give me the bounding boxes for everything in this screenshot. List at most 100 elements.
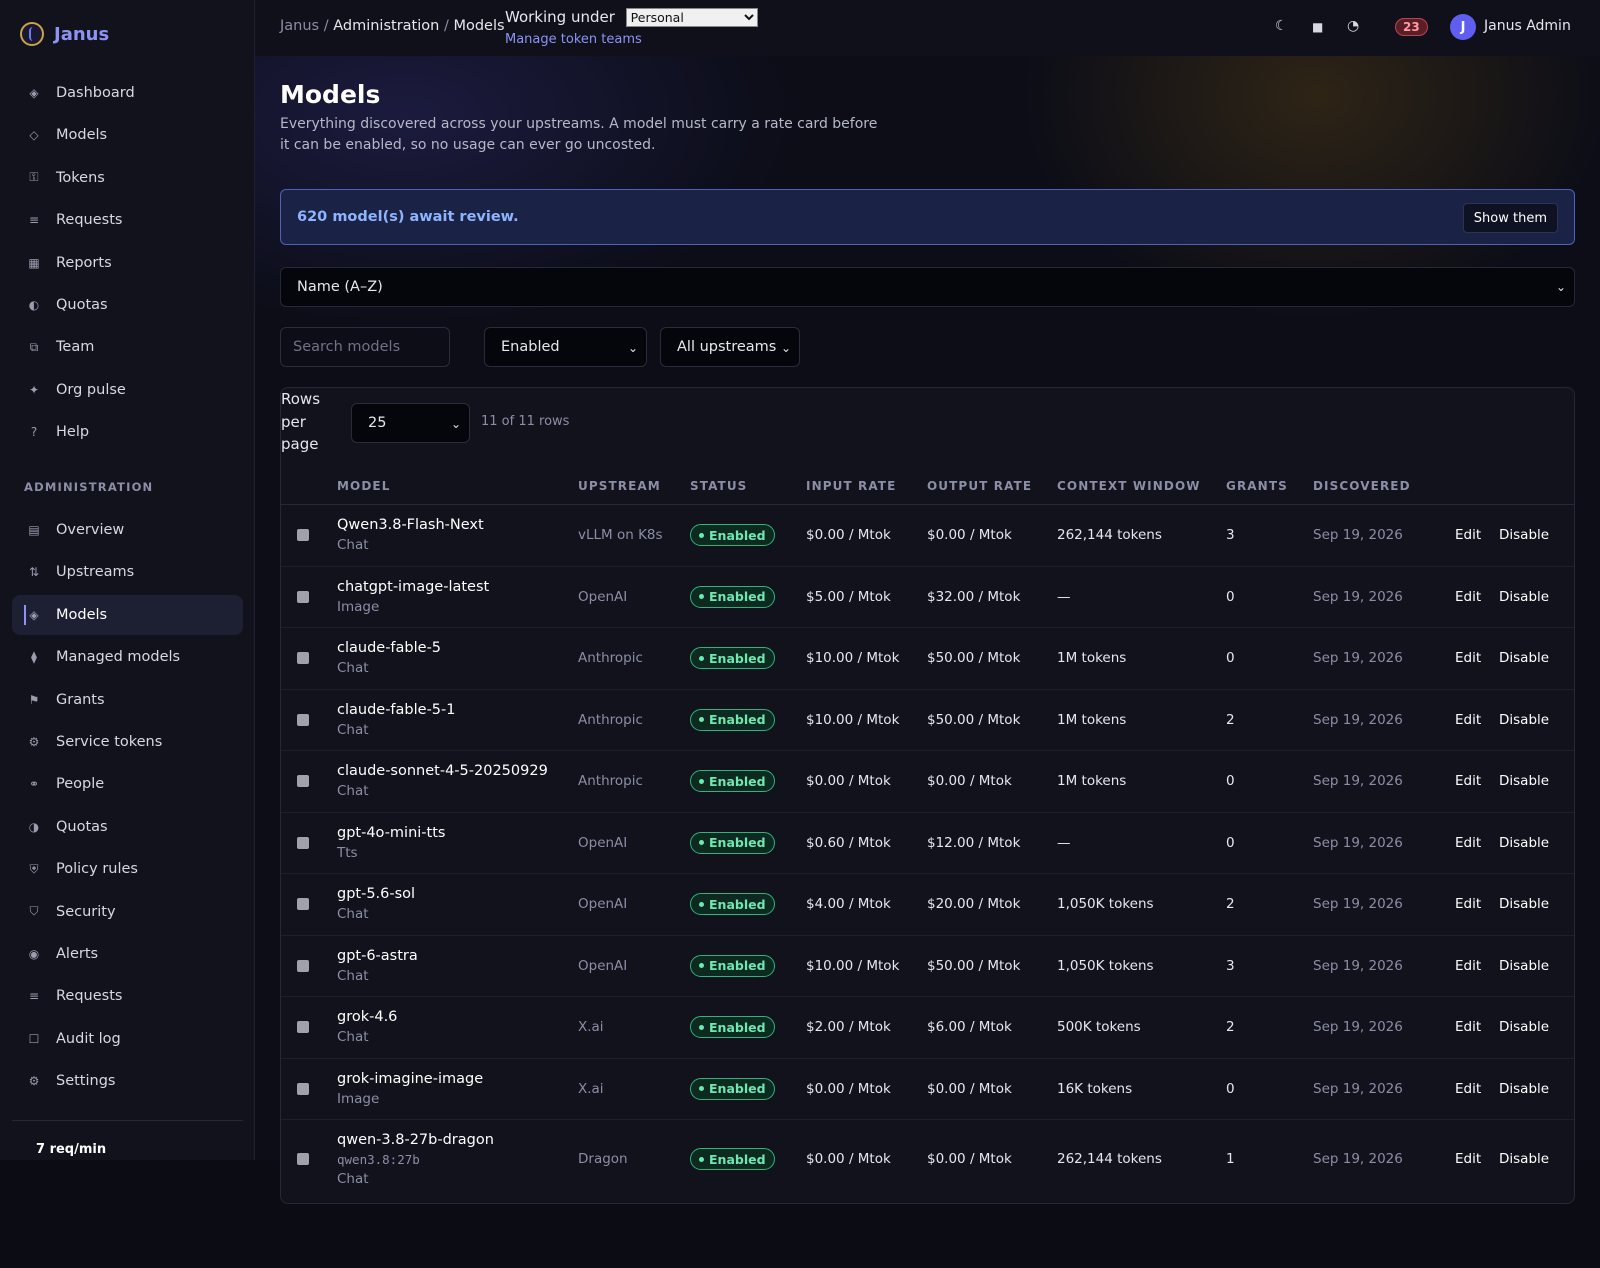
- sidebar-item-policy-rules[interactable]: ⛨ Policy rules: [12, 849, 243, 889]
- sidebar-item-dashboard[interactable]: ◈ Dashboard: [12, 73, 243, 113]
- model-name[interactable]: chatgpt-image-latest: [337, 577, 578, 597]
- sidebar-item-managed-models[interactable]: ⧫ Managed models: [12, 637, 243, 677]
- column-header-status[interactable]: STATUS: [690, 468, 806, 505]
- column-header-context-window[interactable]: CONTEXT WINDOW: [1057, 468, 1226, 505]
- sidebar-item-models[interactable]: ◈ Models: [12, 594, 243, 635]
- brand[interactable]: Janus: [20, 22, 109, 46]
- sidebar-item-alerts[interactable]: ◉ Alerts: [12, 934, 243, 974]
- column-header-model[interactable]: MODEL: [337, 468, 578, 505]
- rows-per-page-select[interactable]: 25 ⌄: [351, 403, 470, 443]
- edit-button[interactable]: Edit: [1455, 1058, 1499, 1120]
- breadcrumb-root[interactable]: Janus: [280, 18, 319, 34]
- upstream-filter-select[interactable]: All upstreams ⌄: [660, 327, 800, 367]
- row-checkbox[interactable]: [297, 898, 309, 911]
- model-name[interactable]: grok-4.6: [337, 1007, 578, 1027]
- sidebar-item-org-pulse[interactable]: ✦ Org pulse: [12, 370, 243, 410]
- row-checkbox[interactable]: [297, 652, 309, 665]
- model-name[interactable]: claude-fable-5-1: [337, 700, 578, 720]
- sidebar-item-settings[interactable]: ⚙ Settings: [12, 1061, 243, 1101]
- edit-button[interactable]: Edit: [1455, 812, 1499, 874]
- edit-button[interactable]: Edit: [1455, 627, 1499, 690]
- disable-button[interactable]: Disable: [1499, 935, 1574, 997]
- notification-count-badge[interactable]: 23: [1395, 18, 1428, 36]
- row-checkbox[interactable]: [297, 713, 309, 726]
- breadcrumb-section[interactable]: Administration: [333, 18, 439, 34]
- sidebar-item-quotas[interactable]: ◐ Quotas: [12, 285, 243, 325]
- avatar[interactable]: J: [1450, 14, 1476, 40]
- row-checkbox[interactable]: [297, 529, 309, 542]
- table-row: qwen-3.8-27b-dragon qwen3.8:27b Chat Dra…: [281, 1120, 1574, 1199]
- model-name[interactable]: claude-sonnet-4-5-20250929: [337, 761, 578, 781]
- sidebar-item-quotas[interactable]: ◑ Quotas: [12, 807, 243, 847]
- edit-button[interactable]: Edit: [1455, 996, 1499, 1059]
- sort-select[interactable]: Name (A–Z) ⌄: [280, 267, 1575, 307]
- column-header-input-rate[interactable]: INPUT RATE: [806, 468, 927, 505]
- user-name[interactable]: Janus Admin: [1484, 18, 1571, 34]
- model-name[interactable]: gpt-6-astra: [337, 946, 578, 966]
- model-cell: Qwen3.8-Flash-Next Chat: [337, 504, 578, 567]
- disable-button[interactable]: Disable: [1499, 689, 1574, 751]
- sidebar-item-models[interactable]: ◇ Models: [12, 115, 243, 155]
- row-checkbox[interactable]: [297, 590, 309, 603]
- sidebar-item-audit-log[interactable]: ☐ Audit log: [12, 1019, 243, 1059]
- model-name[interactable]: gpt-4o-mini-tts: [337, 823, 578, 843]
- sidebar-item-team[interactable]: ⧉ Team: [12, 327, 243, 367]
- column-header-grants[interactable]: GRANTS: [1226, 468, 1313, 505]
- edit-button[interactable]: Edit: [1455, 1120, 1499, 1199]
- sidebar-item-help[interactable]: ? Help: [12, 412, 243, 452]
- model-name[interactable]: grok-imagine-image: [337, 1069, 578, 1089]
- sidebar-item-requests[interactable]: ≡ Requests: [12, 200, 243, 240]
- sidebar-item-security[interactable]: ⛉ Security: [12, 892, 243, 932]
- disable-button[interactable]: Disable: [1499, 1120, 1574, 1199]
- security-icon: ⛉: [29, 904, 39, 919]
- sort-select-value: Name (A–Z): [297, 279, 383, 295]
- model-name[interactable]: gpt-5.6-sol: [337, 884, 578, 904]
- model-name[interactable]: Qwen3.8-Flash-Next: [337, 515, 578, 535]
- edit-button[interactable]: Edit: [1455, 935, 1499, 997]
- disable-button[interactable]: Disable: [1499, 812, 1574, 874]
- manage-token-teams-link[interactable]: Manage token teams: [505, 32, 642, 47]
- notifications-icon[interactable]: ◔: [1347, 18, 1359, 34]
- column-header-discovered[interactable]: DISCOVERED: [1313, 468, 1455, 505]
- disable-button[interactable]: Disable: [1499, 504, 1574, 567]
- edit-button[interactable]: Edit: [1455, 504, 1499, 567]
- row-checkbox[interactable]: [297, 1082, 309, 1095]
- disable-button[interactable]: Disable: [1499, 750, 1574, 813]
- team-select[interactable]: Personal: [625, 8, 758, 27]
- output-rate-cell: $20.00 / Mtok: [927, 873, 1057, 936]
- row-checkbox[interactable]: [297, 1153, 309, 1165]
- show-them-button[interactable]: Show them: [1462, 203, 1558, 233]
- stop-icon[interactable]: ■: [1312, 20, 1323, 34]
- disable-button[interactable]: Disable: [1499, 873, 1574, 936]
- edit-button[interactable]: Edit: [1455, 689, 1499, 751]
- row-checkbox[interactable]: [297, 1021, 309, 1034]
- sidebar-item-people[interactable]: ⚭ People: [12, 764, 243, 804]
- sidebar-item-service-tokens[interactable]: ⚙ Service tokens: [12, 722, 243, 762]
- sidebar-item-upstreams[interactable]: ⇅ Upstreams: [12, 552, 243, 592]
- column-header-upstream[interactable]: UPSTREAM: [578, 468, 690, 505]
- search-input[interactable]: [280, 327, 450, 367]
- model-name[interactable]: claude-fable-5: [337, 638, 578, 658]
- status-filter-select[interactable]: Enabled ⌄: [484, 327, 647, 367]
- moon-icon[interactable]: ☾: [1275, 18, 1288, 34]
- edit-button[interactable]: Edit: [1455, 873, 1499, 936]
- team-icon: ⧉: [29, 339, 39, 354]
- model-name[interactable]: qwen-3.8-27b-dragon: [337, 1130, 578, 1150]
- column-header-output-rate[interactable]: OUTPUT RATE: [927, 468, 1057, 505]
- sidebar-item-overview[interactable]: ▤ Overview: [12, 510, 243, 550]
- sidebar-item-label: Reports: [56, 254, 112, 271]
- disable-button[interactable]: Disable: [1499, 627, 1574, 690]
- disable-button[interactable]: Disable: [1499, 1058, 1574, 1120]
- edit-button[interactable]: Edit: [1455, 566, 1499, 628]
- sidebar-item-tokens[interactable]: ⚿ Tokens: [12, 158, 243, 198]
- row-checkbox[interactable]: [297, 836, 309, 849]
- row-checkbox[interactable]: [297, 775, 309, 788]
- sidebar-item-requests[interactable]: ≡ Requests: [12, 976, 243, 1016]
- disable-button[interactable]: Disable: [1499, 566, 1574, 628]
- sidebar-item-reports[interactable]: ▦ Reports: [12, 243, 243, 283]
- row-checkbox[interactable]: [297, 959, 309, 972]
- edit-button[interactable]: Edit: [1455, 750, 1499, 813]
- model-type: Chat: [337, 660, 369, 677]
- sidebar-item-grants[interactable]: ⚑ Grants: [12, 680, 243, 720]
- disable-button[interactable]: Disable: [1499, 996, 1574, 1059]
